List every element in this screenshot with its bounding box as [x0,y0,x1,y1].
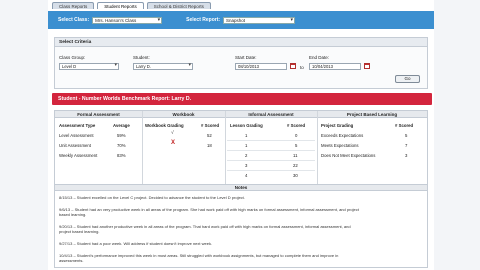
project-row-grade: Exceeds Expectations [321,133,364,138]
row-divider [227,170,315,171]
workbook-col-grading: Workbook Grading [145,123,184,128]
project-col-grading: Project Grading [321,123,354,128]
go-button[interactable]: Go [395,75,420,83]
project-row-scored: 7 [405,143,408,148]
note-item: 9/20/13 – Student had another productive… [59,224,351,234]
app-window: Class Reports Student Reports School & D… [48,0,434,270]
x-mark-icon: X [171,140,176,146]
formal-col-type: Assessment Type [59,123,96,128]
informal-row-grade: 1 [245,143,248,148]
formal-assessment-header: Formal Assessment [55,111,142,118]
informal-row-scored: 5 [295,143,298,148]
tab-school-district-reports[interactable]: School & District Reports [146,2,211,9]
informal-row-grade: 1 [245,133,248,138]
formal-row-type: Unit Assessment [59,143,91,148]
criteria-title: Select Criteria [55,38,427,47]
project-row-grade: Meets Expectations [321,143,359,148]
checkmark-icon: √ [171,130,174,136]
formal-row-average: 59% [117,133,126,138]
start-date-label: Start Date: [235,55,257,60]
note-item: 9/6/13 – Student had an very productive … [59,207,359,217]
end-date-input[interactable]: 10/04/2013 [309,63,361,70]
workbook-row-scored: 18 [207,143,212,148]
row-divider [227,140,315,141]
note-item: 9/27/13 – Student had a poor week. Will … [59,241,213,246]
start-date-calendar-icon[interactable] [290,63,296,69]
report-selector-bar: Select Class: Mrs. Hanson's Class Select… [48,11,434,29]
select-class-dropdown[interactable]: Mrs. Hanson's Class [92,16,163,24]
notes-header: Notes [55,184,427,191]
informal-col-scored: # Scored [287,123,306,128]
right-margin [434,0,480,270]
student-dropdown[interactable]: Larry D. [133,63,193,70]
project-row-scored: 3 [405,153,408,158]
informal-row-scored: 22 [293,163,298,168]
select-class-label: Select Class: [58,17,90,23]
select-report-label: Select Report: [186,17,221,23]
project-col-scored: # Scored [395,123,414,128]
report-tabs: Class Reports Student Reports School & D… [52,2,211,9]
row-divider [227,150,315,151]
student-label: Student: [133,55,150,60]
workbook-header: Workbook [142,111,225,118]
end-date-label: End Date: [309,55,330,60]
project-row-grade: Does Not Meet Expectations [321,153,376,158]
informal-row-scored: 30 [293,173,298,178]
left-margin [0,0,48,270]
informal-row-grade: 4 [245,173,248,178]
column-divider [225,111,226,184]
informal-row-grade: 2 [245,153,248,158]
report-title-bar: Student - Number Worlds Benchmark Report… [52,93,432,105]
workbook-col-scored: # Scored [201,123,220,128]
date-range-to-label: to [300,65,304,70]
note-item: 10/4/13 – Student's performance improved… [59,253,339,263]
select-report-dropdown[interactable]: Snapshot [223,16,296,24]
select-criteria-panel: Select Criteria Class Group: Level D Stu… [54,37,428,89]
row-divider [227,160,315,161]
start-date-input[interactable]: 08/10/2013 [235,63,287,70]
informal-col-grading: Lesson Grading [230,123,263,128]
project-based-learning-header: Project Based Learning [317,111,427,118]
note-item: 8/15/13 – Student excelled on the Level … [59,195,245,200]
formal-row-average: 70% [117,143,126,148]
report-panel: Formal Assessment Workbook Informal Asse… [54,110,428,268]
column-divider [317,111,318,184]
tab-class-reports[interactable]: Class Reports [52,2,95,9]
end-date-calendar-icon[interactable] [364,63,370,69]
workbook-row-scored: 52 [207,133,212,138]
class-group-dropdown[interactable]: Level D [59,63,119,70]
formal-col-average: Average [113,123,130,128]
project-row-scored: 5 [405,133,408,138]
formal-row-average: 83% [117,153,126,158]
informal-assessment-header: Informal Assessment [225,111,317,118]
formal-row-type: Level Assessment [59,133,94,138]
informal-row-scored: 11 [293,153,298,158]
class-group-label: Class Group: [59,55,86,60]
informal-row-grade: 3 [245,163,248,168]
column-divider [142,111,143,184]
formal-row-type: Weekly Assessment [59,153,98,158]
tab-student-reports[interactable]: Student Reports [97,2,144,9]
informal-row-scored: 0 [295,133,298,138]
